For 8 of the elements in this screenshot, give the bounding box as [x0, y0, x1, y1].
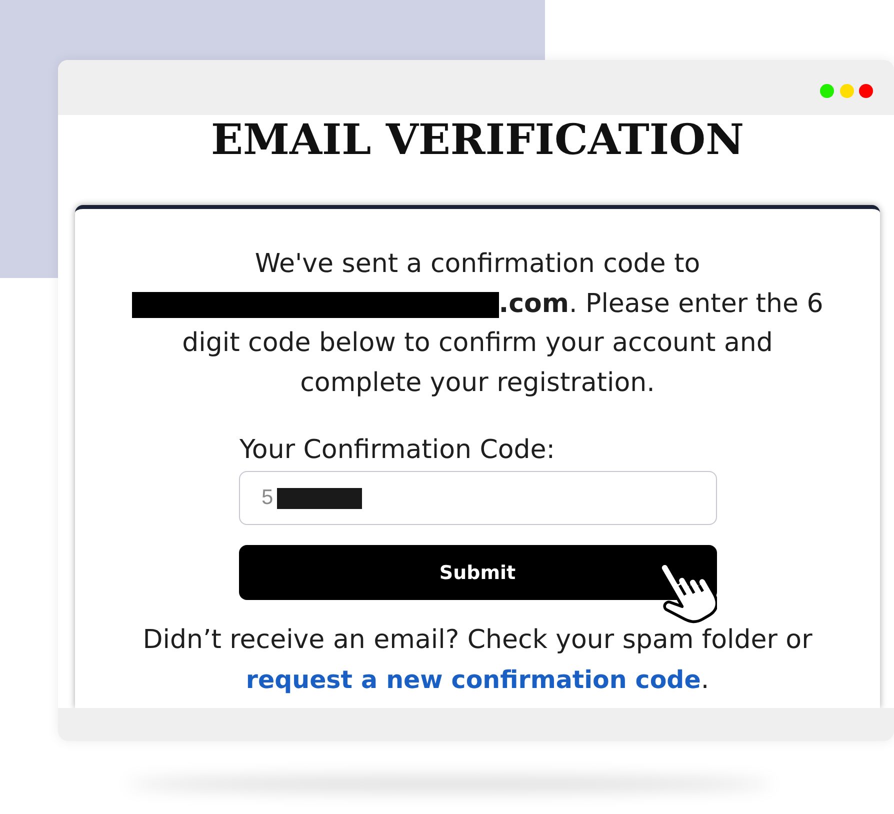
- code-input[interactable]: 5: [238, 471, 716, 525]
- page-title: EMAIL VERIFICATION: [210, 115, 746, 165]
- submit-button[interactable]: Submit: [238, 545, 716, 600]
- message-text: We've sent a confirmation code to .com. Please enter the 6 digit code below to confirm your account and complete your registration.: [118, 245, 838, 403]
- help-text: Didn’t receive an email? Check your spam folder or request a new confirmation code.: [142, 624, 814, 697]
- window-control-icon[interactable]: [859, 84, 873, 98]
- new-code-link[interactable]: request a new confirmation code: [246, 665, 701, 694]
- field-label: Your Confirmation Code:: [240, 434, 556, 467]
